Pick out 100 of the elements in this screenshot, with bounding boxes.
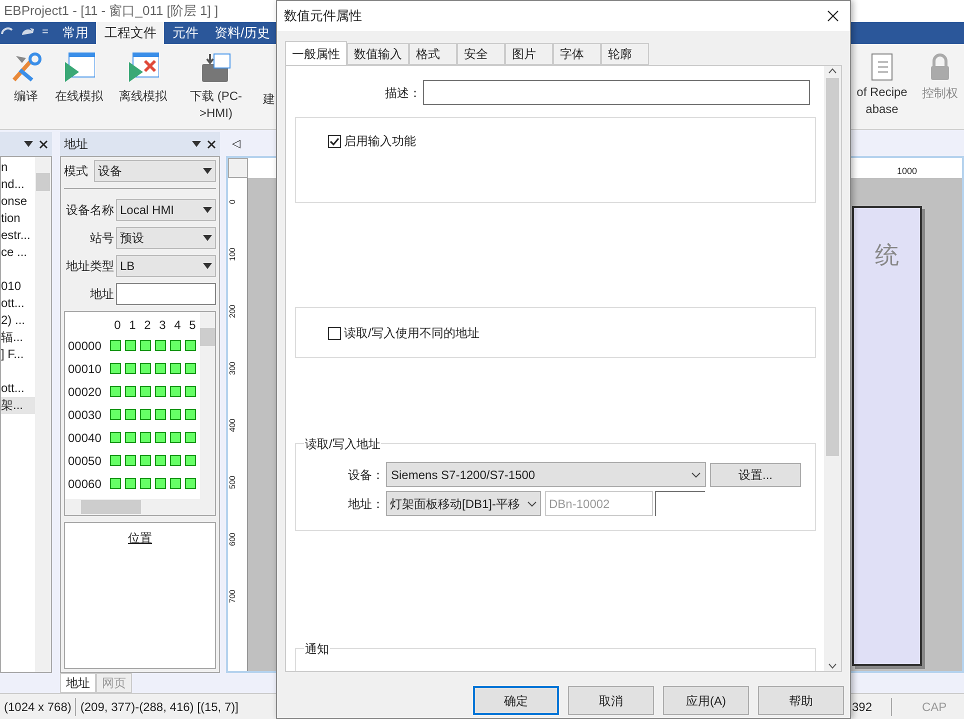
bit-indicator-icon (170, 455, 181, 466)
dialog-title: 数值元件属性 (284, 7, 363, 26)
bit-indicator-icon (185, 478, 196, 489)
input-field[interactable] (116, 283, 216, 305)
dialog-button[interactable]: 取消 (568, 686, 654, 715)
bit-indicator-icon (155, 386, 166, 397)
close-icon[interactable] (827, 10, 839, 22)
tree-item[interactable]: ott... (1, 295, 35, 312)
dialog-button[interactable]: 确定 (473, 686, 559, 715)
ribbon-button[interactable]: 下载 (PC->HMI) (176, 52, 256, 129)
dialog-button[interactable]: 帮助 (758, 686, 844, 715)
checkbox[interactable] (328, 134, 341, 148)
bit-indicator-icon (140, 455, 151, 466)
dialog-tab[interactable]: 数值输入 (347, 43, 409, 65)
dropdown[interactable]: LB (116, 255, 216, 277)
chevron-down-icon (691, 472, 701, 478)
field-label: 地址 (89, 286, 114, 303)
field-label: 设备： (347, 466, 385, 484)
dialog-tab[interactable]: 图片 (505, 43, 553, 65)
dropdown-arrow-icon (203, 207, 212, 213)
ribbon-button[interactable]: 离线模拟 (110, 52, 176, 129)
bit-indicator-icon (125, 478, 136, 489)
quick-access-menu[interactable]: = (42, 24, 48, 40)
tree-item[interactable]: ce ... (1, 244, 35, 261)
dialog-tab[interactable]: 格式 (409, 43, 457, 65)
bit-indicator-icon (125, 455, 136, 466)
bit-indicator-icon (140, 363, 151, 374)
status-text: CAP (921, 698, 948, 716)
ruler-label: 500 (228, 474, 238, 489)
dropdown-arrow-icon (203, 263, 212, 269)
close-icon[interactable] (39, 140, 48, 148)
scroll-up-icon[interactable] (828, 68, 837, 74)
field-label: 地址类型 (65, 258, 114, 275)
bit-indicator-icon (110, 455, 121, 466)
bit-indicator-icon (140, 409, 151, 420)
bit-indicator-icon (170, 363, 181, 374)
dropdown-arrow-icon (203, 235, 212, 241)
column-header: 3 (158, 317, 167, 334)
panel-tab[interactable]: 地址 (60, 673, 96, 693)
input-field[interactable] (655, 491, 705, 516)
panel-title: 地址 (64, 136, 89, 153)
scroll-down-icon[interactable] (828, 663, 837, 669)
row-label: 00040 (67, 430, 102, 446)
ribbon-tab[interactable]: 元件 (164, 22, 206, 44)
bit-indicator-icon (125, 363, 136, 374)
window-play-cross-icon (127, 52, 159, 84)
tree-item[interactable]: ott... (1, 380, 35, 397)
description-field[interactable] (423, 80, 810, 105)
tree-item[interactable]: estr... (1, 227, 35, 244)
scrollbar[interactable] (824, 66, 841, 671)
ruler-label: 400 (228, 418, 238, 432)
dropdown[interactable]: Local HMI (116, 199, 216, 221)
ribbon-tab[interactable]: 常用 (54, 22, 96, 44)
dialog-button[interactable]: 应用(A) (663, 686, 749, 715)
ruler-label: 1000 (896, 164, 917, 178)
ribbon-tab[interactable]: 工程文件 (96, 22, 164, 44)
tab-scroll-arrow[interactable]: ◁ (232, 136, 240, 152)
dialog-tab[interactable]: 安全 (457, 43, 505, 65)
column-header: 1 (128, 317, 137, 334)
scrollbar[interactable] (200, 312, 215, 499)
bit-indicator-icon (170, 340, 181, 351)
tree-item[interactable]: 架... (1, 397, 35, 414)
scrollbar[interactable] (65, 499, 215, 515)
tree-item[interactable]: 辐... (1, 329, 35, 346)
tree-item[interactable]: 010 (1, 278, 35, 295)
settings-button[interactable]: 设置... (710, 462, 801, 486)
bit-indicator-icon (140, 386, 151, 397)
dialog-tab[interactable]: 一般属性 (285, 41, 347, 65)
hammer-wrench-icon (10, 52, 42, 84)
dialog-tab[interactable]: 字体 (553, 43, 601, 65)
ruler-label: 300 (228, 360, 238, 375)
ribbon-button[interactable]: of Recipe abase (852, 52, 912, 118)
dialog-tab[interactable]: 轮廓 (601, 43, 649, 65)
tree-item[interactable]: onse (1, 193, 35, 210)
status-text: (1024 x 768) (0, 698, 76, 716)
ribbon-button[interactable]: 编译 (4, 52, 48, 129)
recipe-book-icon (870, 52, 894, 82)
dropdown[interactable]: 设备 (94, 160, 216, 182)
ribbon-button[interactable]: 在线模拟 (48, 52, 110, 129)
bit-indicator-icon (155, 409, 166, 420)
device-dropdown[interactable]: Siemens S7-1200/S7-1500 (386, 462, 706, 487)
window-title: EBProject1 - [11 - 窗口_011 [阶层 1] ] (4, 2, 218, 20)
tree-item[interactable]: 2) ... (1, 312, 35, 329)
tree-item[interactable]: nd... (1, 176, 35, 193)
dropdown[interactable]: 预设 (116, 227, 216, 249)
bit-indicator-icon (185, 386, 196, 397)
row-label: 00000 (67, 338, 102, 354)
bit-indicator-icon (110, 409, 121, 420)
field-label: 模式 (64, 163, 89, 180)
ribbon-button[interactable]: 建 (262, 52, 276, 129)
address-dropdown[interactable]: 灯架面板移动[DB1]-平移 (386, 491, 541, 516)
tree-item[interactable]: n (1, 159, 35, 176)
tree-item[interactable]: ] F... (1, 346, 35, 363)
close-icon[interactable] (207, 140, 216, 148)
scrollbar[interactable] (35, 157, 51, 672)
ribbon-tab[interactable]: 资料/历史 (206, 22, 278, 44)
checkbox[interactable] (328, 326, 341, 340)
window-text: 统 (875, 241, 899, 271)
column-header: 0 (113, 317, 122, 334)
tree-item[interactable]: tion (1, 210, 35, 227)
